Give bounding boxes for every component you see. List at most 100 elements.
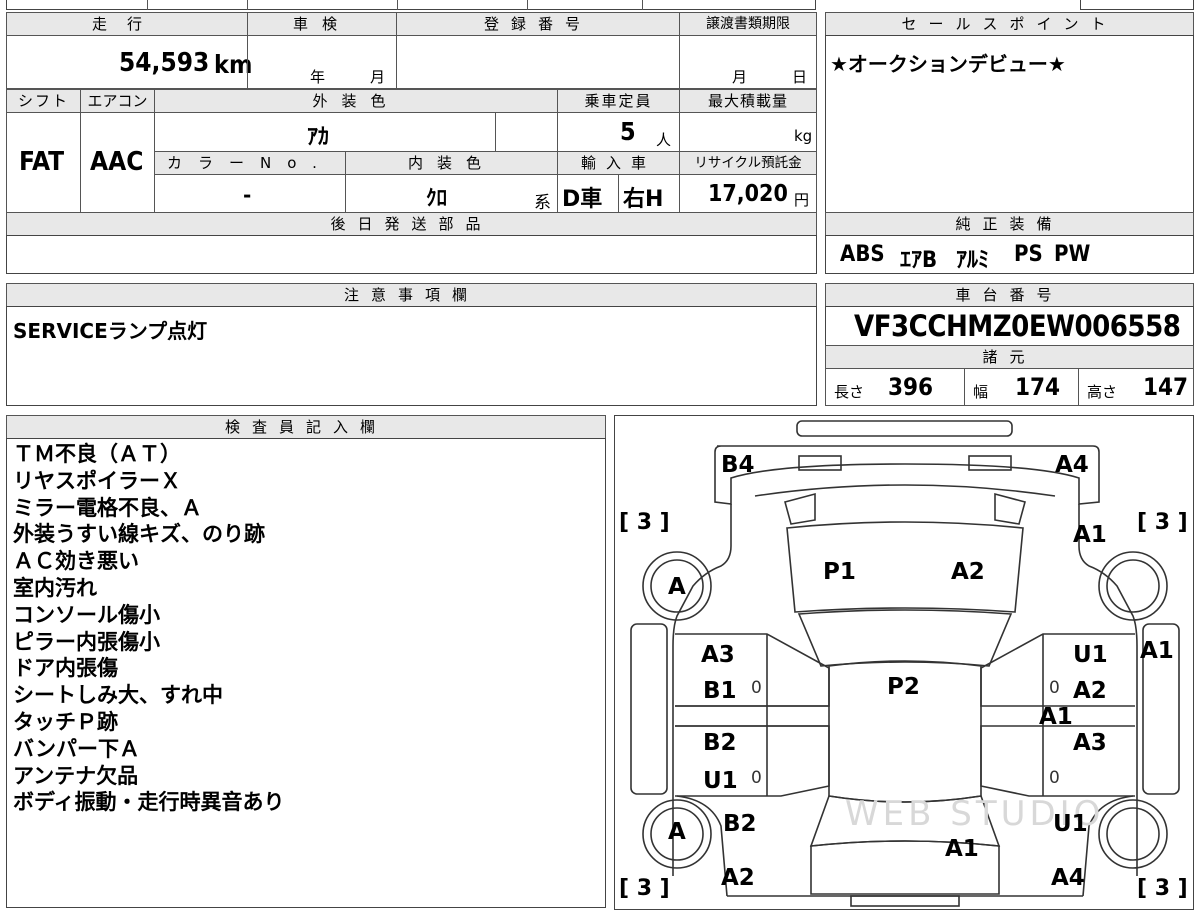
sales-point-header: セールスポイント (825, 12, 1194, 36)
wheel-rear-left-code: A (668, 819, 686, 845)
shift-value: FAT (19, 147, 65, 177)
recycle-value: 17,020 (708, 181, 788, 207)
recycle-cell: 17,020 円 (679, 174, 817, 213)
transfer-deadline-day: 日 (792, 68, 808, 86)
aircon-cell: AAC (80, 112, 155, 213)
code-rear-bumper-left: A2 (721, 865, 755, 891)
notes-header: 注意事項欄 (6, 283, 817, 307)
top-strip (6, 0, 816, 10)
max-load-unit: kg (794, 127, 813, 145)
shift-cell: FAT (6, 112, 81, 213)
notes-box: SERVICEランプ点灯 (6, 306, 817, 406)
chassis-header: 車台番号 (825, 283, 1194, 307)
tire-front-right: [ 3 ] (1137, 510, 1188, 535)
spec-length-value: 396 (888, 373, 934, 401)
inspector-line: バンパー下Ａ (13, 736, 141, 761)
inspector-line: シートしみ大、すれ中 (13, 683, 223, 708)
zero-mark: 0 (1049, 678, 1060, 698)
mileage-header: 走行 (6, 12, 248, 36)
interior-color-cell: ｸﾛ 系 (345, 174, 558, 213)
code-pillar-right: A1 (1039, 704, 1073, 730)
registration-header: 登録番号 (396, 12, 680, 36)
inspector-line: 室内汚れ (13, 575, 97, 600)
code-front-bumper-left: B4 (721, 452, 755, 478)
interior-color-value: ｸﾛ (426, 186, 447, 210)
wheel-front-left-code: A (668, 574, 686, 600)
transfer-deadline-header: 譲渡書類期限 (679, 12, 817, 36)
spec-length-label: 長さ (834, 383, 865, 401)
inspector-header: 検査員記入欄 (6, 415, 606, 439)
shift-header: シフト (6, 89, 81, 113)
tire-rear-left: [ 3 ] (619, 876, 670, 901)
spec-width-value: 174 (1015, 373, 1061, 401)
registration-cell (396, 35, 680, 89)
exterior-color-header: 外装色 (154, 89, 558, 113)
code-fender-right: A1 (1073, 522, 1107, 548)
code-rear-bumper-right: A4 (1051, 865, 1085, 891)
interior-color-suffix: 系 (534, 193, 551, 213)
max-load-cell: kg (679, 112, 817, 152)
later-parts-header: 後日発送部品 (6, 212, 817, 236)
inspector-line: タッチＰ跡 (13, 709, 118, 734)
transfer-deadline-cell: 月 日 (679, 35, 817, 89)
car-diagram: WEB STUDIO [ 3 ] [ 3 ] [ 3 ] [ 3 ] A A B… (614, 415, 1194, 910)
tire-rear-right: [ 3 ] (1137, 876, 1188, 901)
inspector-line: ボディ振動・走行時異音あり (13, 790, 285, 815)
inspection-year: 年 (310, 68, 326, 86)
chassis-number: VF3CCHMZ0EW006558 (854, 309, 1181, 343)
specs-header: 諸元 (825, 345, 1194, 369)
code-hood-right: A2 (951, 559, 985, 585)
exterior-color-value: ｱｶ (307, 125, 330, 150)
inspector-line: 外装うすい線キズ、のり跡 (13, 522, 265, 547)
aircon-value: AAC (90, 147, 144, 177)
exterior-color-extra-cell (495, 112, 558, 152)
recycle-unit: 円 (794, 191, 810, 209)
code-rear-door-left-b: U1 (703, 768, 738, 794)
code-front-door-right-b: A2 (1073, 678, 1107, 704)
notes-text: SERVICEランプ点灯 (13, 319, 208, 343)
inspector-line: ＡＣ効き悪い (13, 549, 139, 574)
code-front-bumper-right: A4 (1055, 452, 1089, 478)
mileage-cell: 54,593 km (6, 35, 252, 89)
sales-point-text: ★オークションデビュー★ (830, 52, 1066, 76)
import-steering-cell: 右H (618, 174, 680, 213)
code-quarter-right: U1 (1053, 811, 1088, 837)
code-front-door-left-a: A3 (701, 642, 735, 668)
exterior-color-cell: ｱｶ (154, 112, 496, 152)
tire-front-left: [ 3 ] (619, 510, 670, 535)
inspector-line: ピラー内張傷小 (13, 629, 160, 654)
capacity-cell: 5 人 (557, 112, 680, 152)
zero-mark: 0 (751, 678, 762, 698)
color-no-value: - (243, 183, 252, 207)
spec-height-label: 高さ (1087, 383, 1118, 401)
code-rear-door-right: A3 (1073, 730, 1107, 756)
code-trunk: A1 (945, 836, 979, 862)
recycle-header: リサイクル預託金 (679, 151, 817, 175)
inspector-line: ドア内張傷 (13, 656, 118, 681)
aircon-header: エアコン (80, 89, 155, 113)
code-hood-left: P1 (823, 559, 856, 585)
equipment-item: ｴｱB (900, 248, 938, 273)
capacity-value: 5 (620, 117, 636, 146)
inspector-line: ＴＭ不良（ＡＴ） (13, 442, 181, 466)
code-roof: P2 (887, 674, 920, 700)
code-quarter-right-outer: A1 (1140, 638, 1174, 664)
spec-height-value: 147 (1143, 373, 1189, 401)
code-front-door-left-b: B1 (703, 678, 737, 704)
inspection-header: 車検 (247, 12, 397, 36)
import-steering-value: 右H (623, 187, 664, 212)
sales-point-box: ★オークションデビュー★ (825, 35, 1194, 213)
equipment-box: ABS ｴｱB ｱﾙﾐ PS PW (825, 235, 1194, 274)
spec-length-cell: 長さ 396 (825, 368, 965, 406)
inspector-line: ミラー電格不良、Ａ (13, 495, 202, 520)
inspector-line: アンテナ欠品 (13, 763, 139, 788)
equipment-item: ABS (840, 242, 885, 267)
code-rear-door-left-a: B2 (703, 730, 737, 756)
inspection-cell: 年 月 (247, 35, 397, 89)
later-parts-box (6, 235, 817, 274)
zero-mark: 0 (1049, 768, 1060, 788)
code-front-door-right-a: U1 (1073, 642, 1108, 668)
inspector-line: リヤスポイラーＸ (13, 468, 181, 493)
spec-width-cell: 幅 174 (964, 368, 1079, 406)
import-type-value: D車 (562, 187, 603, 212)
